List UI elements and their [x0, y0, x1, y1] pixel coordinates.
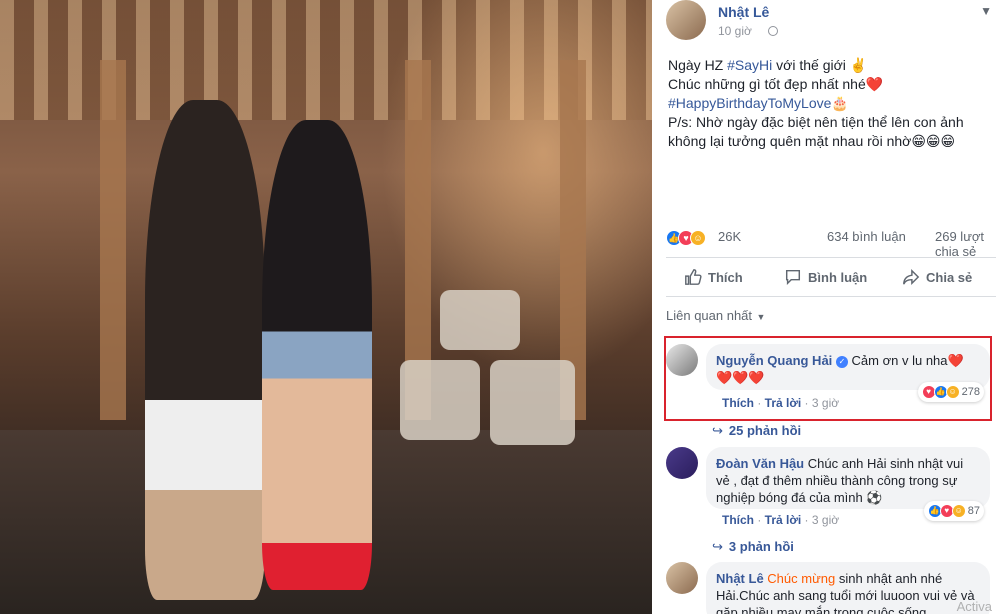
reaction-icons[interactable]: 👍 ♥ ☺ [666, 229, 706, 246]
post-time[interactable]: 10 giờ [718, 24, 752, 38]
comment-sort-dropdown[interactable]: Liên quan nhất ▼ [666, 308, 765, 323]
comment-bubble: Nhật Lê Chúc mừng sinh nhật anh nhé Hải.… [706, 562, 990, 614]
hashtag-link[interactable]: #SayHi [727, 57, 772, 73]
view-replies-link[interactable]: ↪ 25 phản hồi [712, 423, 801, 439]
replies-count: 3 phản hồi [728, 539, 794, 554]
photo-drum [400, 360, 480, 440]
highlight-box [664, 336, 992, 421]
share-count[interactable]: 269 lượt chia sẻ [935, 229, 996, 259]
like-button[interactable]: Thích [684, 268, 743, 286]
comment-item: Đoàn Văn Hậu Chúc anh Hải sinh nhật vui … [666, 447, 996, 531]
chevron-down-icon: ▼ [754, 312, 766, 322]
watermark-text: Activa [956, 599, 992, 614]
sort-label: Liên quan nhất [666, 308, 753, 323]
comment-label: Bình luận [808, 269, 868, 285]
like-label: Thích [708, 269, 743, 285]
photo-pillar [100, 60, 126, 420]
hashtag-link[interactable]: #HappyBirthdayToMyLove [668, 95, 831, 111]
chevron-down-icon[interactable]: ▼ [980, 4, 992, 18]
author-name[interactable]: Nhật Lê [718, 4, 769, 20]
photo-drum [490, 360, 575, 445]
haha-icon: ☺ [690, 229, 706, 246]
thumbs-up-icon [685, 269, 702, 285]
action-bar: Thích Bình luận Chia sẻ [666, 257, 996, 297]
post-text: Ngày HZ #SayHi với thế giới ✌️ Chúc nhữn… [668, 56, 996, 151]
post-text-line: Chúc những gì tốt đẹp nhất nhé❤️ [668, 76, 884, 92]
comment-like-link[interactable]: Thích [722, 513, 754, 527]
view-replies-link[interactable]: ↪ 3 phản hồi [712, 539, 794, 555]
comment-bubble: Đoàn Văn Hậu Chúc anh Hải sinh nhật vui … [706, 447, 990, 509]
cake-icon: 🎂 [831, 95, 849, 111]
comment-meta: Thích · Trả lời · 3 giờ [722, 513, 840, 527]
commenter-avatar[interactable] [666, 562, 698, 594]
globe-icon [768, 26, 778, 36]
post-header: Nhật Lê 10 giờ ▼ [666, 0, 996, 44]
comment-icon [785, 269, 801, 286]
photo-person-woman [262, 120, 372, 590]
photo-drum [440, 290, 520, 350]
reaction-count[interactable]: 26K [718, 229, 741, 244]
commenter-name[interactable]: Nhật Lê [716, 571, 764, 586]
photo-person-man [145, 100, 265, 600]
post-photo[interactable] [0, 0, 652, 614]
commenter-name[interactable]: Đoàn Văn Hậu [716, 456, 804, 471]
comment-count[interactable]: 634 bình luận [827, 229, 906, 244]
post-panel: Nhật Lê 10 giờ ▼ Ngày HZ #SayHi với thế … [652, 0, 1000, 614]
comment-reply-link[interactable]: Trả lời [765, 513, 802, 527]
post-text-line: Ngày HZ [668, 57, 728, 73]
comment-time[interactable]: 3 giờ [812, 513, 839, 527]
share-button[interactable]: Chia sẻ [902, 268, 972, 286]
reply-arrow-icon: ↪ [712, 423, 723, 438]
share-icon [903, 268, 920, 286]
comment-item: Nhật Lê Chúc mừng sinh nhật anh nhé Hải.… [666, 562, 996, 614]
author-avatar[interactable] [666, 0, 706, 40]
highlighted-text: Chúc mừng [767, 571, 836, 586]
replies-count: 25 phản hồi [728, 423, 802, 438]
post-text-line: P/s: Nhờ ngày đặc biệt nên tiện thể lên … [668, 114, 964, 149]
post-text-line: với thế giới ✌️ [772, 57, 868, 73]
commenter-avatar[interactable] [666, 447, 698, 479]
comment-reactions[interactable]: 👍 ♥ ☺ 87 [923, 501, 984, 521]
share-label: Chia sẻ [926, 269, 973, 285]
comment-button[interactable]: Bình luận [784, 268, 867, 286]
reply-arrow-icon: ↪ [712, 539, 723, 554]
haha-icon: ☺ [951, 504, 966, 518]
comment-reaction-count: 87 [967, 505, 980, 517]
post-stats: 👍 ♥ ☺ 26K 634 bình luận 269 lượt chia sẻ [666, 227, 996, 259]
